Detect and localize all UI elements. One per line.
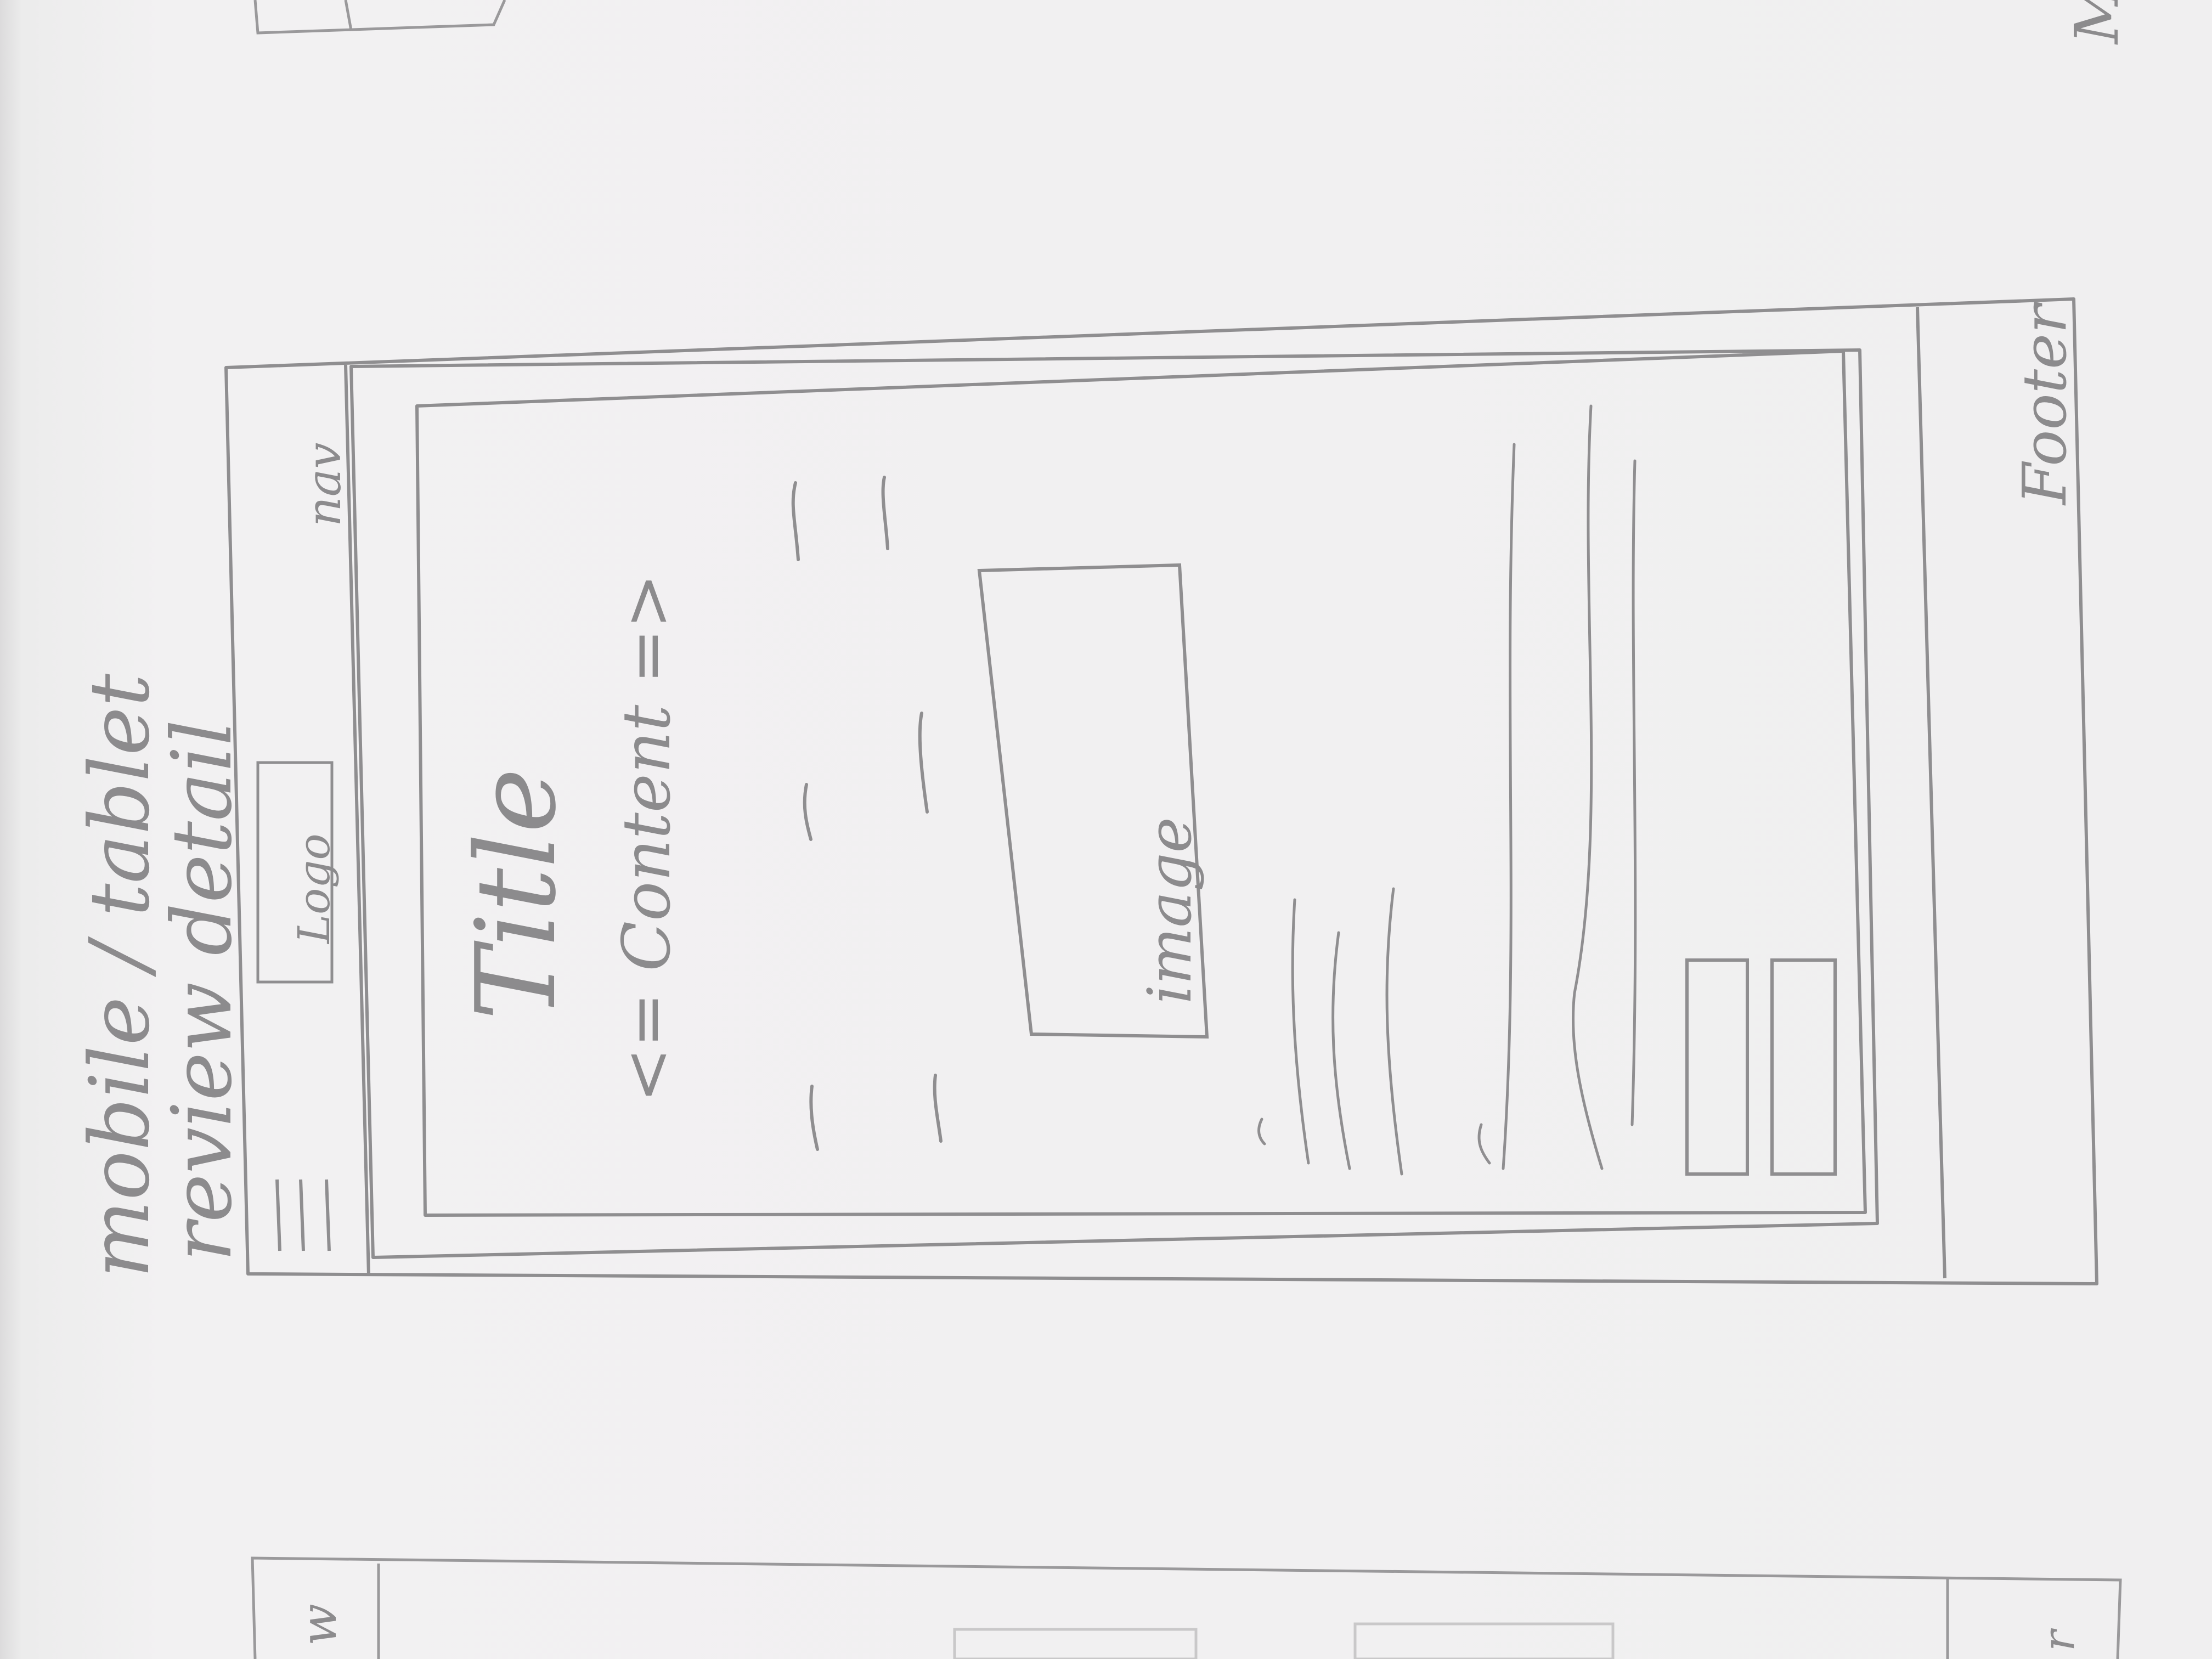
neighbor-sketch-top [253, 0, 506, 35]
paragraph-lines-long [1477, 404, 1637, 1170]
content-title: Title [453, 768, 580, 1020]
content-label: <= Content => [609, 573, 685, 1103]
nav-label[interactable]: nav [297, 443, 352, 527]
text-dash-marks [791, 476, 943, 1151]
svg-text:r: r [2033, 1628, 2084, 1651]
paragraph-lines-short [1257, 887, 1403, 1176]
hamburger-menu-icon[interactable] [275, 1179, 331, 1251]
image-label: image [1135, 817, 1205, 1004]
footer: Footer [2010, 301, 2080, 506]
neighbor-sketch-bottom [251, 1556, 2122, 1659]
footer-divider [1916, 307, 1946, 1279]
action-button-box-1[interactable] [1685, 958, 1749, 1176]
header: Logo nav [256, 443, 352, 1251]
svg-text:w: w [290, 1604, 348, 1646]
action-button-box-2[interactable] [1770, 958, 1837, 1176]
content-area: Title <= Content => image [453, 404, 1837, 1176]
footer-label: Footer [2010, 301, 2080, 506]
svg-text:M: M [2062, 0, 2132, 45]
wireframe-sketch: w r M mobile / tablet review detail Logo… [72, 0, 2132, 1659]
sketch-heading-line1: mobile / tablet [72, 673, 168, 1278]
logo-label: Logo [289, 833, 340, 945]
